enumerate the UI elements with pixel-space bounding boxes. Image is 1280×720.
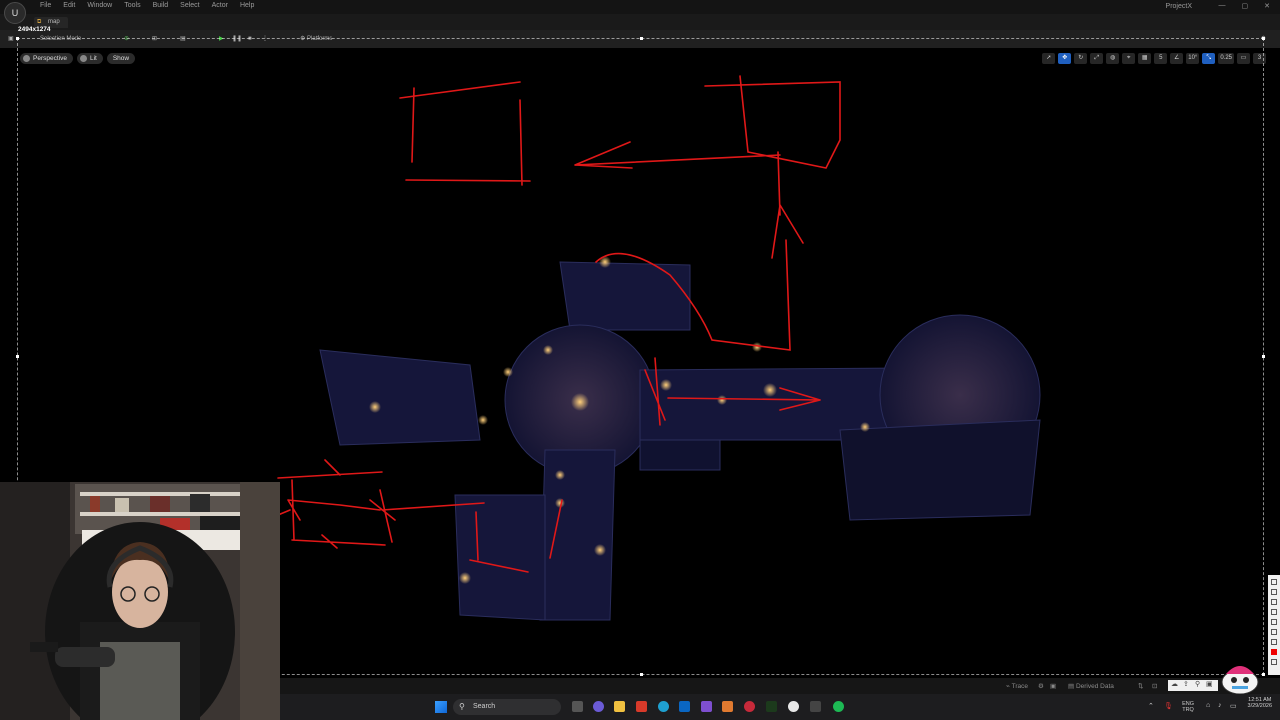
minimize-icon[interactable]: — (1219, 2, 1226, 10)
trace-button[interactable]: ⌁ Trace (1006, 682, 1028, 690)
color-red-swatch[interactable] (1271, 649, 1277, 655)
windows-start-icon[interactable] (435, 701, 447, 713)
editor-status-bar: ⌁ Trace ⚙ ▣ ▤ Derived Data ⇅ ⊡ ☁ ⇪ ⚲ ▣ (280, 666, 1280, 695)
undo-icon[interactable] (1271, 659, 1277, 665)
menu-build[interactable]: Build (147, 2, 175, 9)
task-view-icon[interactable] (572, 701, 583, 712)
cloud-icon[interactable]: ☁ (1171, 680, 1178, 688)
frame-handle[interactable] (1262, 355, 1265, 358)
capture-dimensions: 2494x1274 (18, 26, 51, 33)
search-icon: ⚲ (459, 702, 465, 711)
webcam-feed (0, 482, 280, 720)
text-icon[interactable] (1271, 639, 1277, 645)
arrow-icon[interactable] (1271, 609, 1277, 615)
language-indicator[interactable]: ENG TRQ (1182, 701, 1194, 713)
close-icon[interactable]: ✕ (1264, 2, 1270, 10)
taskbar-search-input[interactable]: ⚲ Search (453, 699, 561, 715)
pen-icon[interactable] (1271, 589, 1277, 595)
trace-label: Trace (1011, 683, 1028, 690)
chevron-up-icon[interactable]: ⌃ (1148, 702, 1154, 710)
copilot-icon[interactable] (593, 701, 604, 712)
tab-row: map (0, 14, 1280, 30)
maximize-icon[interactable]: ▢ (1242, 2, 1249, 10)
pointer-icon[interactable] (1271, 579, 1277, 585)
marker-icon[interactable] (1271, 629, 1277, 635)
app-icon[interactable] (722, 701, 733, 712)
derived-data-label: Derived Data (1075, 683, 1114, 690)
menu-bar: File Edit Window Tools Build Select Acto… (34, 2, 260, 9)
title-bar: U File Edit Window Tools Build Select Ac… (0, 0, 1280, 24)
clock-date: 3/29/2026 (1247, 703, 1272, 709)
photoshop-icon[interactable] (766, 701, 777, 712)
edge-icon[interactable] (658, 701, 669, 712)
search-placeholder: Search (473, 703, 496, 710)
menu-select[interactable]: Select (174, 2, 205, 9)
clock[interactable]: 12:51 AM 3/29/2026 (1248, 697, 1272, 709)
save-icon[interactable]: ▣ (8, 34, 14, 44)
source-control-icon[interactable]: ⇅ (1138, 682, 1143, 690)
revision-icon[interactable]: ⊡ (1152, 682, 1157, 690)
chrome-icon[interactable] (744, 701, 755, 712)
frame-handle[interactable] (16, 37, 19, 40)
menu-edit[interactable]: Edit (57, 2, 81, 9)
webcam-overlay (0, 482, 280, 720)
frame-handle[interactable] (1262, 673, 1265, 676)
filezilla-icon[interactable] (636, 701, 647, 712)
battery-icon[interactable]: ▭ (1230, 702, 1237, 710)
menu-tools[interactable]: Tools (118, 2, 146, 9)
menu-file[interactable]: File (34, 2, 57, 9)
menu-actor[interactable]: Actor (206, 2, 234, 9)
frame-handle[interactable] (640, 37, 643, 40)
frame-handle[interactable] (1262, 37, 1265, 40)
mascot-icon (1221, 666, 1259, 695)
visual-studio-code-icon[interactable] (679, 701, 690, 712)
annotation-toolbar: ☁ ⇪ ⚲ ▣ (1168, 680, 1218, 691)
project-name: ProjectX (1165, 3, 1192, 10)
save-icon[interactable]: ▣ (1206, 680, 1213, 688)
volume-icon[interactable]: ♪ (1218, 702, 1222, 709)
rect-icon[interactable] (1271, 619, 1277, 625)
windows-taskbar: ⚲ Search ⌃ 🎙︎ ENG TRQ ⌂ ♪ ▭ 12:51 AM 3/2… (280, 694, 1280, 720)
language-line-2: TRQ (1182, 707, 1194, 713)
network-icon[interactable]: ⌂ (1206, 702, 1210, 709)
discord-icon[interactable] (701, 701, 712, 712)
unreal-engine-icon[interactable] (788, 701, 799, 712)
menu-window[interactable]: Window (81, 2, 118, 9)
microphone-icon[interactable]: 🎙︎ (1164, 702, 1173, 710)
frame-handle[interactable] (640, 673, 643, 676)
menu-help[interactable]: Help (234, 2, 260, 9)
app-icon[interactable] (810, 701, 821, 712)
share-icon[interactable]: ⇪ (1183, 680, 1189, 688)
line-icon[interactable] (1271, 599, 1277, 605)
unreal-logo-icon[interactable]: U (4, 2, 26, 24)
settings-icon[interactable]: ⚙ (1038, 682, 1044, 690)
frame-handle[interactable] (16, 355, 19, 358)
file-explorer-icon[interactable] (614, 701, 625, 712)
window-controls: — ▢ ✕ (1219, 2, 1271, 10)
spotify-icon[interactable] (833, 701, 844, 712)
derived-data-button[interactable]: ▤ Derived Data (1068, 682, 1114, 690)
record-icon[interactable]: ▣ (1050, 682, 1056, 690)
search-icon[interactable]: ⚲ (1195, 680, 1200, 688)
annotation-palette (1268, 575, 1280, 675)
tab-map-label: map (48, 19, 60, 25)
